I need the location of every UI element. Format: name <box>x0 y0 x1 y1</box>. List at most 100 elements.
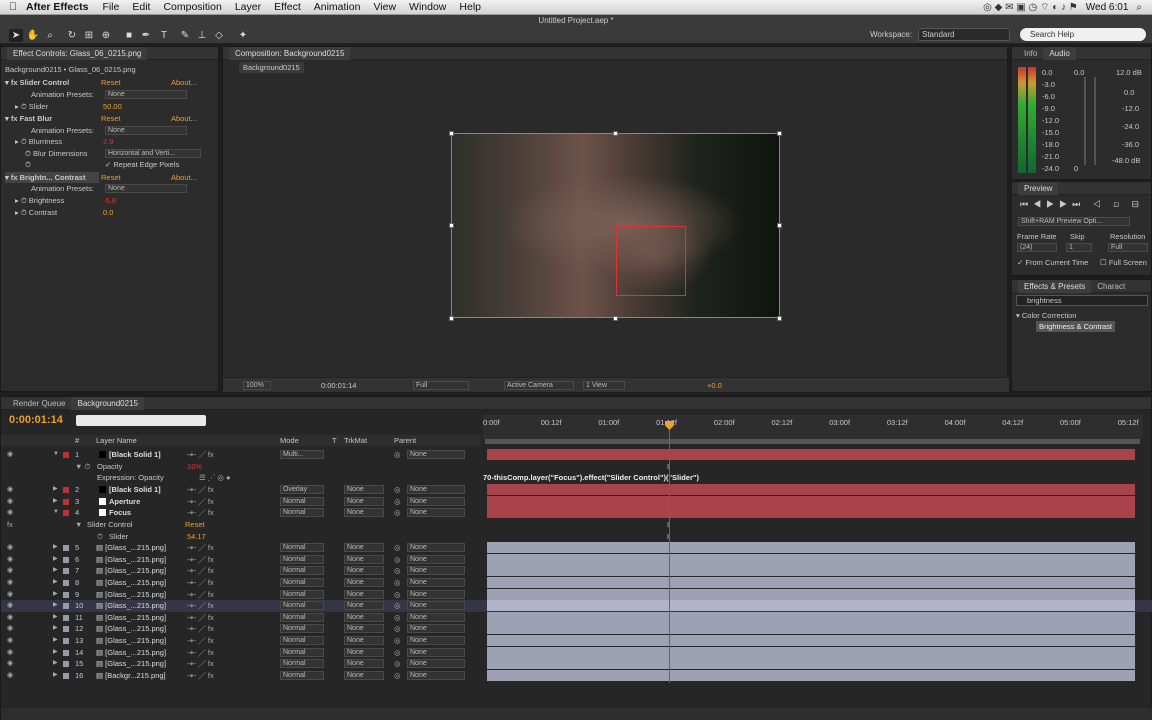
trkmat-select[interactable]: None <box>344 566 384 575</box>
parent-pickwhip-icon[interactable]: ◎ <box>394 507 401 518</box>
expand-triangle-icon[interactable]: ▶ <box>53 565 58 576</box>
label-color[interactable] <box>63 545 69 551</box>
layer-row[interactable]: ◉ ▶ 10 ▤ [Glass_...215.png] -⌖- ╱ fx Nor… <box>1 600 1152 612</box>
blurriness-value[interactable]: 2.9 <box>103 136 113 147</box>
expand-triangle-icon[interactable]: ▶ <box>53 600 58 611</box>
label-color[interactable] <box>63 580 69 586</box>
layer-bounding-box[interactable] <box>616 226 686 296</box>
mode-select[interactable]: Normal <box>280 543 324 552</box>
transform-handle[interactable] <box>449 316 454 321</box>
expand-triangle-icon[interactable]: ▶ <box>53 554 58 565</box>
status-icons[interactable]: ◎ ◆ ✉ ▣ ◷ ⌔ ◐ ♪ ⚑ <box>983 1 1078 14</box>
layer-row[interactable]: ◉ ▶ 12 ▤ [Glass_...215.png] -⌖- ╱ fx Nor… <box>1 623 1152 635</box>
layer-duration-bar[interactable] <box>487 577 1135 588</box>
mode-select[interactable]: Normal <box>280 555 324 564</box>
layer-name[interactable]: [Black Solid 1] <box>99 449 161 460</box>
eye-icon[interactable]: ◉ <box>7 670 13 681</box>
parent-select[interactable]: None <box>407 450 465 459</box>
menu-window[interactable]: Window <box>409 1 446 13</box>
parent-pickwhip-icon[interactable]: ◎ <box>394 600 401 611</box>
layer-duration-bar[interactable] <box>487 647 1135 658</box>
layer-duration-bar[interactable] <box>487 496 1135 507</box>
layer-switches[interactable]: -⌖- ╱ fx <box>187 577 214 588</box>
mode-select[interactable]: Normal <box>280 671 324 680</box>
mode-select[interactable]: Multi... <box>280 450 324 459</box>
layer-switches[interactable]: -⌖- ╱ fx <box>187 600 214 611</box>
layer-row[interactable]: ◉ ▼ 1 [Black Solid 1] -⌖- ╱ fx Multi... … <box>1 449 1152 461</box>
expression-icons[interactable]: ☰ ⋰ ◎ ● <box>199 472 231 483</box>
eye-icon[interactable]: ◉ <box>7 635 13 646</box>
tab-audio[interactable]: Audio <box>1043 47 1076 60</box>
layer-duration-bar[interactable] <box>487 670 1135 681</box>
layer-switches[interactable]: -⌖- ╱ fx <box>187 449 214 460</box>
parent-pickwhip-icon[interactable]: ◎ <box>394 565 401 576</box>
mode-select[interactable]: Normal <box>280 497 324 506</box>
layer-name[interactable]: ▤ [Glass_...215.png] <box>96 647 166 658</box>
layer-name[interactable]: [Black Solid 1] <box>99 484 161 495</box>
menu-layer[interactable]: Layer <box>235 1 261 13</box>
mode-select[interactable]: Normal <box>280 590 324 599</box>
tab-effects-presets[interactable]: Effects & Presets <box>1018 280 1092 293</box>
tab-render-queue[interactable]: Render Queue <box>7 397 71 410</box>
preview-resolution-select[interactable]: Full <box>1108 243 1148 252</box>
parent-pickwhip-icon[interactable]: ◎ <box>394 635 401 646</box>
transform-handle[interactable] <box>613 316 618 321</box>
reset-link[interactable]: Reset <box>101 77 121 88</box>
search-help-input[interactable]: Search Help <box>1020 28 1146 41</box>
layer-duration-bar[interactable] <box>487 554 1135 565</box>
parent-select[interactable]: None <box>407 659 465 668</box>
time-ruler[interactable]: 0:00f00:12f01:00f01:12f02:00f02:12f03:00… <box>483 415 1143 439</box>
parent-select[interactable]: None <box>407 485 465 494</box>
mode-select[interactable]: Normal <box>280 566 324 575</box>
layer-switches[interactable]: -⌖- ╱ fx <box>187 612 214 623</box>
eye-icon[interactable]: ◉ <box>7 577 13 588</box>
transform-handle[interactable] <box>449 223 454 228</box>
layer-switches[interactable]: -⌖- ╱ fx <box>187 658 214 669</box>
presets-select[interactable]: None <box>105 90 187 99</box>
label-color[interactable] <box>63 626 69 632</box>
spotlight-icon[interactable]: ⌕ <box>1136 2 1142 13</box>
layer-duration-bar[interactable] <box>487 635 1135 646</box>
tab-info[interactable]: Info <box>1018 47 1043 60</box>
views-select[interactable]: 1 View <box>583 381 625 390</box>
trkmat-select[interactable]: None <box>344 508 384 517</box>
layer-switches[interactable]: -⌖- ╱ fx <box>187 670 214 681</box>
label-color[interactable] <box>63 650 69 656</box>
trkmat-select[interactable]: None <box>344 590 384 599</box>
mode-select[interactable]: Normal <box>280 636 324 645</box>
eye-icon[interactable]: ◉ <box>7 449 13 460</box>
tab-effect-controls[interactable]: Effect Controls: Glass_06_0215.png <box>7 47 148 60</box>
layer-name[interactable]: ▤ [Glass_...215.png] <box>96 589 166 600</box>
trkmat-select[interactable]: None <box>344 648 384 657</box>
layer-duration-bar[interactable] <box>487 565 1135 576</box>
trkmat-select[interactable]: None <box>344 543 384 552</box>
expand-triangle-icon[interactable]: ▶ <box>53 658 58 669</box>
from-current-checkbox[interactable]: ✓ From Current Time <box>1017 257 1088 268</box>
menu-view[interactable]: View <box>373 1 396 13</box>
parent-select[interactable]: None <box>407 601 465 610</box>
menu-edit[interactable]: Edit <box>132 1 150 13</box>
mode-select[interactable]: Normal <box>280 624 324 633</box>
zoom-select[interactable]: 100% <box>243 381 271 390</box>
parent-select[interactable]: None <box>407 624 465 633</box>
type-tool-icon[interactable]: T <box>157 29 171 42</box>
expand-triangle-icon[interactable]: ▶ <box>53 496 58 507</box>
slider-value[interactable]: 54.17 <box>187 531 206 542</box>
frame-rate-select[interactable]: (24) <box>1017 243 1057 252</box>
layer-row[interactable]: ◉ ▶ 11 ▤ [Glass_...215.png] -⌖- ╱ fx Nor… <box>1 612 1152 624</box>
timeline-search-input[interactable] <box>76 415 206 426</box>
layer-name[interactable]: ▤ [Glass_...215.png] <box>96 623 166 634</box>
expand-triangle-icon[interactable]: ▼ ⏱ <box>75 461 90 472</box>
trkmat-select[interactable]: None <box>344 659 384 668</box>
layer-duration-bar[interactable] <box>487 507 1135 518</box>
contrast-value[interactable]: 0.0 <box>103 207 113 218</box>
camera-select[interactable]: Active Camera <box>504 381 574 390</box>
reset-link[interactable]: Reset <box>101 113 121 124</box>
menu-animation[interactable]: Animation <box>314 1 361 13</box>
full-screen-checkbox[interactable]: ☐ Full Screen <box>1100 257 1147 268</box>
parent-pickwhip-icon[interactable]: ◎ <box>394 554 401 565</box>
layer-duration-bar[interactable] <box>487 623 1135 634</box>
eye-icon[interactable]: ◉ <box>7 589 13 600</box>
pen-tool-icon[interactable]: ✒ <box>139 29 153 42</box>
exposure-value[interactable]: +0.0 <box>707 380 722 391</box>
